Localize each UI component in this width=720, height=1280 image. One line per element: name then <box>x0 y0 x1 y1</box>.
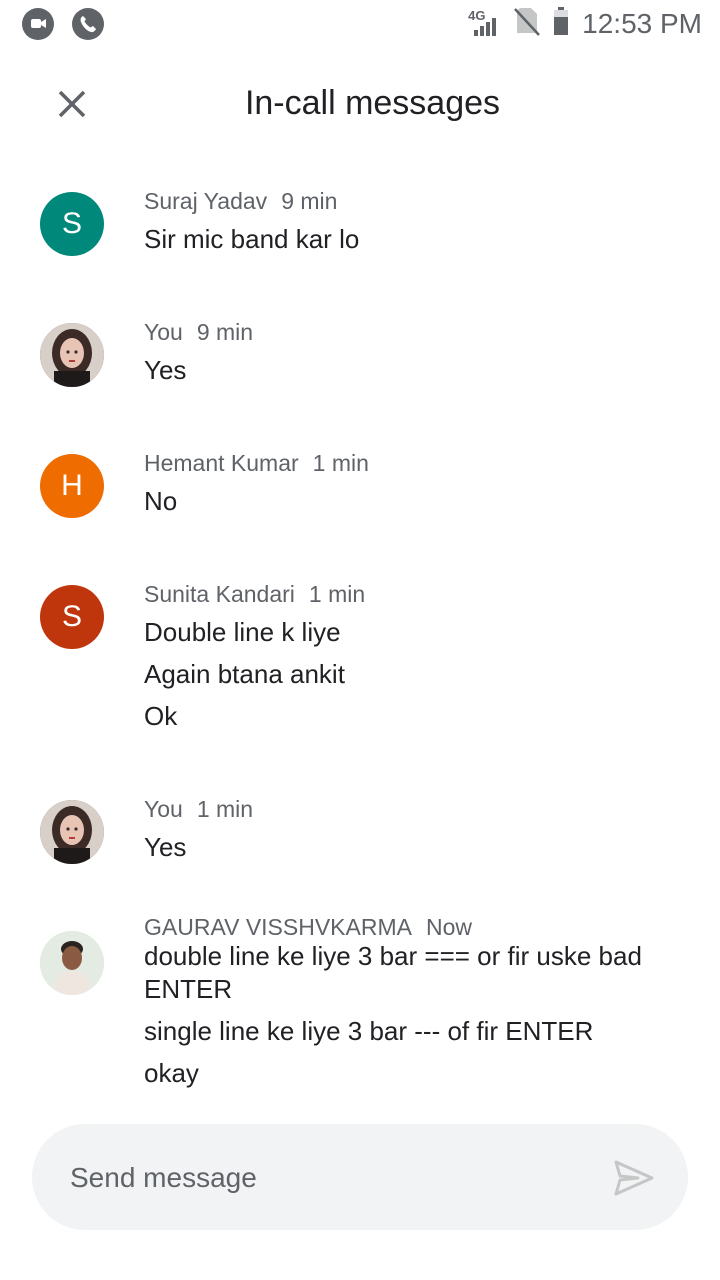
battery-icon <box>552 6 570 41</box>
no-sim-icon <box>514 6 541 41</box>
phone-icon <box>72 8 104 40</box>
sender-name: GAURAV VISSHVKARMA <box>144 914 412 940</box>
message-line: Double line k liye <box>144 617 341 647</box>
send-message-input[interactable] <box>68 1150 592 1206</box>
message-body: No <box>144 484 684 526</box>
message-line: Again btana ankit <box>144 659 345 689</box>
avatar <box>40 800 104 864</box>
message-time: Now <box>425 914 472 940</box>
message-meta: Hemant Kumar 1 min <box>144 450 369 477</box>
avatar: S <box>40 192 104 256</box>
chat-bubble-icon <box>22 8 54 40</box>
status-left-icons <box>22 8 104 40</box>
send-icon <box>614 1160 654 1196</box>
sender-name: Suraj Yadav <box>144 188 268 214</box>
message-line: Yes <box>144 832 187 862</box>
sender-name: You <box>144 319 183 345</box>
signal-icon: 4G <box>468 8 502 38</box>
message-time: 1 min <box>308 581 366 607</box>
avatar: H <box>40 454 104 518</box>
message-composer <box>32 1124 688 1230</box>
sender-name: Sunita Kandari <box>144 581 295 607</box>
avatar: S <box>40 585 104 649</box>
message-time: 1 min <box>196 796 254 822</box>
page-title: In-call messages <box>244 84 501 122</box>
sender-name: You <box>144 796 183 822</box>
message-line: No <box>144 486 178 516</box>
message-time: 1 min <box>312 450 369 476</box>
message-body: Yes <box>144 830 684 872</box>
message-time: 9 min <box>281 188 338 214</box>
message-meta: Suraj Yadav 9 min <box>144 188 337 215</box>
message-meta: GAURAV VISSHVKARMA Now <box>144 914 472 941</box>
message-meta: Sunita Kandari 1 min <box>144 581 365 608</box>
user-photo-icon <box>40 323 104 387</box>
user-photo-icon <box>40 931 104 995</box>
message-line: Sir mic band kar lo <box>144 224 360 254</box>
message-line: single line ke liye 3 bar --- of fir ENT… <box>144 1016 594 1046</box>
message-body: Sir mic band kar lo <box>144 222 684 264</box>
message-line: Ok <box>144 701 178 731</box>
avatar-letter: H <box>61 469 83 502</box>
avatar-letter: S <box>61 600 82 633</box>
message-body: double line ke liye 3 bar === or fir usk… <box>144 940 684 1098</box>
status-bar: 4G 12:53 PM <box>0 0 720 50</box>
sender-name: Hemant Kumar <box>144 450 299 476</box>
avatar <box>40 323 104 387</box>
send-button[interactable] <box>610 1154 658 1202</box>
avatar-letter: S <box>61 207 82 240</box>
message-time: 9 min <box>196 319 254 345</box>
message-line: okay <box>144 1058 199 1088</box>
app-header: In-call messages <box>0 60 720 150</box>
clock: 12:53 PM <box>582 7 702 39</box>
message-line: double line ke liye 3 bar === or fir usk… <box>144 941 642 1004</box>
message-body: Double line k liye Again btana ankit Ok <box>144 615 684 741</box>
avatar <box>40 931 104 995</box>
message-meta: You 9 min <box>144 319 253 346</box>
message-body: Yes <box>144 353 684 395</box>
message-line: Yes <box>144 355 187 385</box>
status-right: 4G 12:53 PM <box>468 6 702 41</box>
user-photo-icon <box>40 800 104 864</box>
message-meta: You 1 min <box>144 796 253 823</box>
